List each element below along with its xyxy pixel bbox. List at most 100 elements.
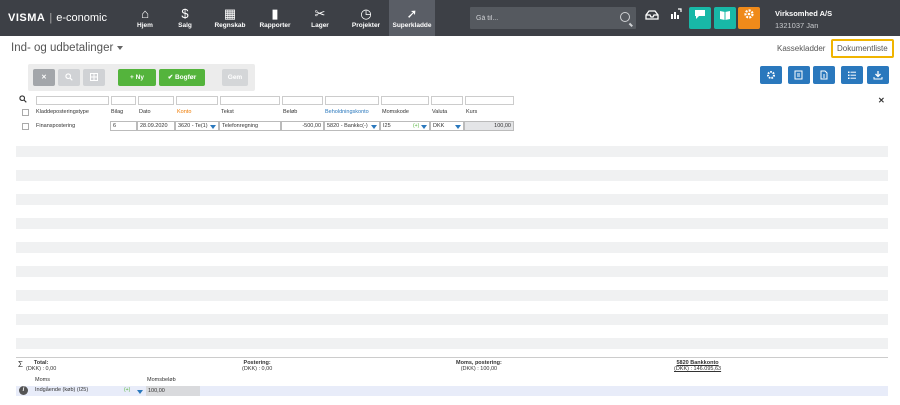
inbox-icon[interactable] xyxy=(641,7,663,29)
nav-item-lager[interactable]: ✂ Lager xyxy=(297,0,343,36)
filter-konto-input[interactable] xyxy=(176,96,218,105)
page-title[interactable]: Ind- og udbetalinger xyxy=(11,42,124,54)
grid-header-row: Kladdeposteringstype Bilag Dato Konto Te… xyxy=(16,107,888,117)
grid-view-button[interactable] xyxy=(83,69,105,86)
list-view-button[interactable] xyxy=(841,66,863,84)
dato-cell[interactable]: 28.09.2020 xyxy=(137,121,175,131)
konto-dropdown-icon[interactable] xyxy=(210,125,216,129)
info-icon[interactable]: i xyxy=(19,386,28,395)
nav-item-superkladde[interactable]: ➚ Superkladde xyxy=(389,0,435,36)
total-value: (DKK) : 0,00 xyxy=(26,366,57,372)
valuta-dropdown-icon[interactable] xyxy=(455,125,461,129)
new-button[interactable]: + Ny xyxy=(118,69,156,86)
home-icon: ⌂ xyxy=(141,6,149,21)
app-name: e-conomic xyxy=(56,12,107,24)
search-box xyxy=(470,7,636,29)
column-header-bilag[interactable]: Bilag xyxy=(111,109,123,115)
empty-row xyxy=(16,242,888,253)
beloeb-cell[interactable]: -500,00 xyxy=(281,121,324,131)
column-header-kurs[interactable]: Kurs xyxy=(466,109,477,115)
company-switcher[interactable]: Virksomhed A/S 1321037 Jan xyxy=(775,9,832,30)
momskode-cell[interactable]: I25 (+) xyxy=(380,121,430,131)
column-header-momskode[interactable]: Momskode xyxy=(382,109,409,115)
post-button[interactable]: ✔ Bogfør xyxy=(159,69,205,86)
beholdningskonto-cell[interactable]: 5820 - Bankkc(-) xyxy=(324,121,380,131)
vat-dropdown-icon[interactable] xyxy=(137,390,143,394)
empty-row xyxy=(16,338,888,349)
filter-type-input[interactable] xyxy=(36,96,109,105)
bank-value: (DKK) : 146.095,63 xyxy=(674,366,722,372)
search-button[interactable] xyxy=(58,69,80,86)
new-button-label: Ny xyxy=(135,74,144,81)
column-header-beloeb[interactable]: Beløb xyxy=(283,109,297,115)
filter-beloeb-input[interactable] xyxy=(282,96,323,105)
column-header-dato[interactable]: Dato xyxy=(139,109,151,115)
column-header-beholdningskonto[interactable]: Beholdningskonto xyxy=(325,109,369,115)
chevron-down-icon xyxy=(117,45,124,50)
brand-logo[interactable]: VISMA | e-conomic xyxy=(8,12,107,24)
empty-row xyxy=(16,146,888,157)
vat-code-value[interactable]: Indgående (køb) (I25) xyxy=(35,387,88,393)
clock-icon: ◷ xyxy=(360,6,372,21)
upload-chart-icon[interactable] xyxy=(665,7,687,29)
filter-momskode-input[interactable] xyxy=(381,96,429,105)
filter-tekst-input[interactable] xyxy=(220,96,280,105)
kurs-cell: 100,00 xyxy=(464,121,514,131)
document-edit-button[interactable] xyxy=(788,66,810,84)
nav-item-regnskab[interactable]: ▦ Regnskab xyxy=(207,0,253,36)
empty-row xyxy=(16,194,888,205)
vat-amount: 100,00 xyxy=(146,386,200,396)
beholdningskonto-dropdown-icon[interactable] xyxy=(371,125,377,129)
empty-row xyxy=(16,266,888,277)
company-name: Virksomhed A/S xyxy=(775,9,833,18)
column-header-konto[interactable]: Konto xyxy=(177,109,191,115)
save-button[interactable]: Gem xyxy=(222,69,248,86)
empty-row xyxy=(16,170,888,181)
gear-icon[interactable] xyxy=(738,7,760,29)
column-header-type[interactable]: Kladdeposteringstype xyxy=(36,109,89,115)
logo-separator: | xyxy=(49,12,53,24)
momskode-value: I25 xyxy=(383,123,391,129)
empty-row xyxy=(16,314,888,325)
company-id: 1321037 Jan xyxy=(775,21,819,30)
konto-value: 3620 - Te(1) xyxy=(178,123,208,129)
nav-item-rapporter[interactable]: ▮ Rapporter xyxy=(252,0,298,36)
nav-label: Regnskab xyxy=(214,22,246,29)
filter-kurs-input[interactable] xyxy=(465,96,514,105)
valuta-cell[interactable]: DKK xyxy=(430,121,464,131)
plus-icon: + xyxy=(130,74,134,81)
momskode-dropdown-icon[interactable] xyxy=(421,125,427,129)
nav-item-projekter[interactable]: ◷ Projekter xyxy=(343,0,389,36)
book-icon[interactable] xyxy=(714,7,736,29)
tekst-cell[interactable]: Telefonregning xyxy=(219,121,281,131)
settings-gear-button[interactable] xyxy=(760,66,782,84)
page-title-text: Ind- og udbetalinger xyxy=(11,42,114,54)
checkmark-icon: ✔ xyxy=(167,74,174,81)
filter-dato-input[interactable] xyxy=(138,96,174,105)
select-all-checkbox[interactable] xyxy=(22,109,29,116)
nav-label: Salg xyxy=(178,22,192,29)
nav-item-salg[interactable]: $ Salg xyxy=(162,0,208,36)
filter-valuta-input[interactable] xyxy=(431,96,463,105)
postering-value: (DKK) : 0,00 xyxy=(242,366,273,372)
nav-label: Lager xyxy=(311,22,329,29)
kassekladder-link[interactable]: Kassekladder xyxy=(777,44,825,53)
vat-row: Indgående (køb) (I25) (+) 100,00 xyxy=(16,386,888,396)
dokumentliste-link[interactable]: Dokumentliste xyxy=(831,39,894,58)
row-checkbox[interactable] xyxy=(22,123,29,130)
filter-bilag-input[interactable] xyxy=(111,96,136,105)
tools-icon: ✂ xyxy=(314,6,326,21)
chat-icon[interactable] xyxy=(689,7,711,29)
column-header-valuta[interactable]: Valuta xyxy=(432,109,447,115)
filter-beholdningskonto-input[interactable] xyxy=(325,96,379,105)
bilag-cell[interactable]: 6 xyxy=(110,121,137,131)
total-summary: Total: (DKK) : 0,00 xyxy=(26,360,56,372)
delete-button[interactable]: ✕ xyxy=(33,69,55,86)
search-icon[interactable] xyxy=(620,12,630,22)
document-add-button[interactable] xyxy=(813,66,835,84)
download-button[interactable] xyxy=(867,66,889,84)
konto-cell[interactable]: 3620 - Te(1) xyxy=(175,121,219,131)
close-filter-icon[interactable]: ✕ xyxy=(878,96,885,105)
search-input[interactable] xyxy=(476,12,606,24)
column-header-tekst[interactable]: Tekst xyxy=(221,109,234,115)
